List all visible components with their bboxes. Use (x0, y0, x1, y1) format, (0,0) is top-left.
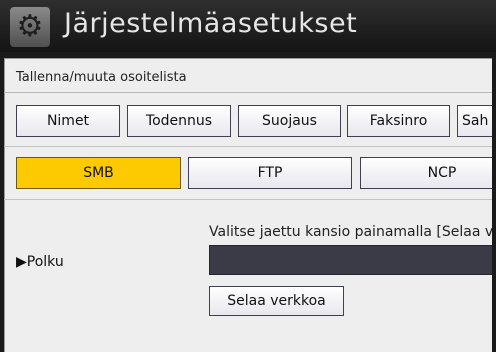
divider (4, 146, 496, 147)
window-title: Järjestelmäasetukset (64, 8, 358, 39)
browse-network-button[interactable]: Selaa verkkoa (209, 286, 344, 316)
protocol-smb-button[interactable]: SMB (16, 157, 181, 189)
tab-faksinro[interactable]: Faksinro (347, 105, 450, 137)
tab-todennus[interactable]: Todennus (127, 105, 231, 137)
path-label: ▶Polku (16, 254, 64, 270)
protocol-ftp-button[interactable]: FTP (188, 157, 352, 189)
path-instruction: Valitse jaettu kansio painamalla [Selaa … (209, 224, 496, 240)
tab-nimet[interactable]: Nimet (16, 105, 120, 137)
tab-sahkoposti[interactable]: Sah (457, 105, 496, 137)
title-bar: ⚙ Järjestelmäasetukset (0, 0, 496, 52)
settings-window: ⚙ Järjestelmäasetukset Tallenna/muuta os… (0, 0, 496, 352)
path-label-text: Polku (26, 254, 64, 270)
gear-icon: ⚙ (10, 7, 50, 47)
tab-suojaus[interactable]: Suojaus (238, 105, 341, 137)
window-edge (492, 58, 496, 352)
divider (4, 199, 496, 200)
protocol-ncp-button[interactable]: NCP (360, 157, 496, 189)
path-field[interactable] (209, 245, 496, 275)
triangle-right-icon: ▶ (16, 254, 27, 270)
divider (4, 92, 496, 93)
section-title: Tallenna/muuta osoitelista (16, 70, 187, 85)
